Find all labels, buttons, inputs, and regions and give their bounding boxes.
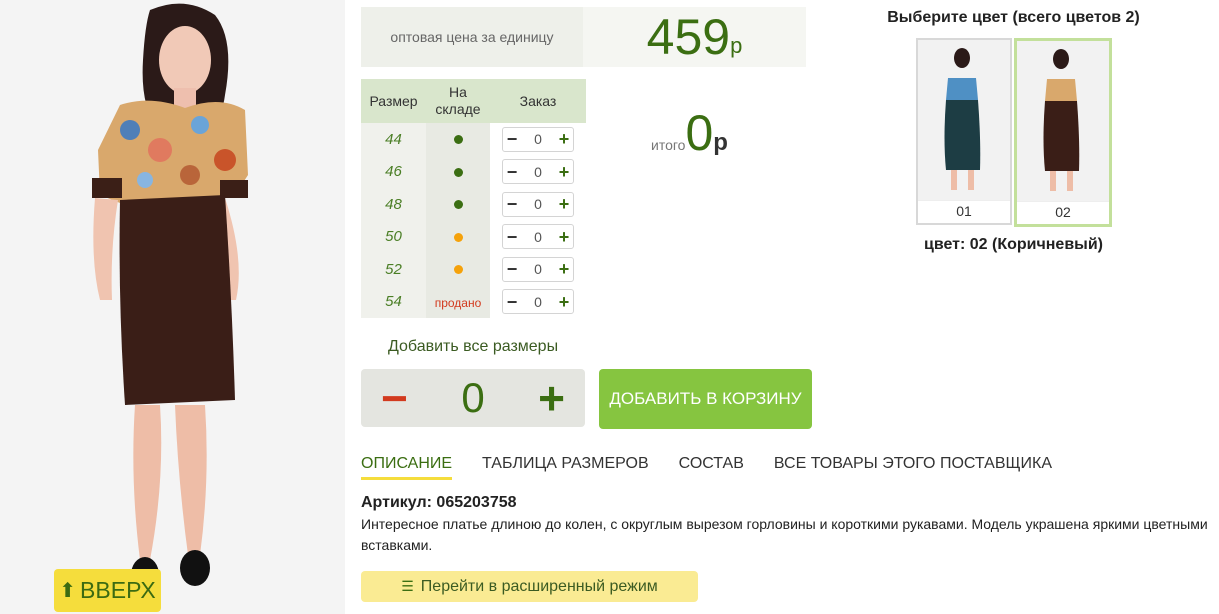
color-chooser-title: Выберите цвет (всего цветов 2) — [887, 9, 1140, 26]
order-cell: − 0 + — [490, 253, 586, 286]
table-row: 44 − 0 + — [361, 123, 586, 156]
quantity-value[interactable]: 0 — [534, 164, 542, 180]
color-swatch-image — [1017, 41, 1109, 201]
decrease-button[interactable]: − — [503, 195, 521, 213]
order-cell: − 0 + — [490, 285, 586, 318]
add-all-sizes-link[interactable]: Добавить все размеры — [388, 338, 558, 356]
arrow-up-icon: ⬆ — [59, 580, 77, 602]
color-swatch-label: 02 — [1017, 201, 1109, 222]
stock-cell — [426, 123, 490, 156]
color-swatch-01[interactable]: 01 — [916, 38, 1012, 225]
price-value: 459 р — [583, 7, 806, 67]
stock-indicator-icon — [453, 135, 463, 145]
scroll-up-label: ВВЕРХ — [80, 577, 156, 603]
table-row: 46 − 0 + — [361, 155, 586, 188]
quantity-stepper: − 0 + — [502, 126, 574, 152]
decrease-button[interactable]: − — [503, 228, 521, 246]
table-row: 50 − 0 + — [361, 220, 586, 253]
increase-button[interactable]: + — [555, 228, 573, 246]
sold-out-text: продано — [434, 295, 482, 310]
stock-indicator-icon — [453, 265, 463, 275]
decrease-button[interactable]: − — [503, 260, 521, 278]
selected-color-text: цвет: 02 (Коричневый) — [924, 236, 1103, 253]
quantity-stepper: − 0 + — [502, 224, 574, 250]
quantity-value[interactable]: 0 — [534, 229, 542, 245]
total-currency: р — [713, 129, 728, 156]
quantity-stepper: − 0 + — [502, 159, 574, 185]
quantity-stepper: − 0 + — [502, 191, 574, 217]
add-to-cart-button[interactable]: ДОБАВИТЬ В КОРЗИНУ — [599, 369, 812, 429]
quantity-value[interactable]: 0 — [534, 196, 542, 212]
tab-supplier-products[interactable]: ВСЕ ТОВАРЫ ЭТОГО ПОСТАВЩИКА — [774, 455, 1052, 480]
increase-button[interactable]: + — [555, 130, 573, 148]
advanced-mode-button[interactable]: ☰ Перейти в расширенный режим — [361, 571, 698, 602]
increase-all-button[interactable]: + — [538, 375, 565, 421]
color-swatch-02[interactable]: 02 — [1014, 38, 1112, 227]
stock-cell — [426, 220, 490, 253]
increase-button[interactable]: + — [555, 293, 573, 311]
size-cell: 52 — [361, 253, 426, 286]
product-description: Интересное платье длиною до колен, с окр… — [361, 516, 1208, 553]
advanced-mode-label: Перейти в расширенный режим — [420, 577, 658, 595]
quantity-value[interactable]: 0 — [534, 294, 542, 310]
product-tabs: ОПИСАНИЕ ТАБЛИЦА РАЗМЕРОВ СОСТАВ ВСЕ ТОВ… — [361, 455, 1082, 480]
size-cell: 46 — [361, 155, 426, 188]
table-row: 52 − 0 + — [361, 253, 586, 286]
tab-description[interactable]: ОПИСАНИЕ — [361, 455, 453, 480]
size-cell: 44 — [361, 123, 426, 156]
stock-indicator-icon — [453, 200, 463, 210]
order-cell: − 0 + — [490, 220, 586, 253]
stock-indicator-icon — [453, 167, 463, 177]
tab-composition[interactable]: СОСТАВ — [679, 455, 744, 480]
quantity-value[interactable]: 0 — [534, 261, 542, 277]
model-illustration — [92, 3, 248, 593]
tab-size-chart[interactable]: ТАБЛИЦА РАЗМЕРОВ — [482, 455, 649, 480]
order-cell: − 0 + — [490, 123, 586, 156]
article-number: Артикул: 065203758 — [361, 494, 517, 511]
sizes-table: Размер На складе Заказ 44 − 0 + 46 − 0 + … — [361, 79, 586, 318]
order-header: Заказ — [490, 79, 586, 123]
quantity-stepper: − 0 + — [502, 256, 574, 282]
stock-indicator-icon — [453, 232, 463, 242]
quantity-value[interactable]: 0 — [534, 131, 542, 147]
size-cell: 54 — [361, 285, 426, 318]
size-cell: 48 — [361, 188, 426, 221]
increase-button[interactable]: + — [555, 195, 573, 213]
all-quantity-value[interactable]: 0 — [461, 374, 484, 422]
order-cell: − 0 + — [490, 188, 586, 221]
total-value: 0 — [685, 105, 714, 161]
size-header: Размер — [361, 79, 426, 123]
decrease-button[interactable]: − — [503, 163, 521, 181]
decrease-button[interactable]: − — [503, 293, 521, 311]
price-currency: р — [730, 33, 743, 58]
table-row: 54 продано − 0 + — [361, 285, 586, 318]
total-label: итого — [651, 137, 686, 153]
order-cell: − 0 + — [490, 155, 586, 188]
scroll-up-button[interactable]: ⬆ ВВЕРХ — [54, 569, 161, 612]
stock-cell — [426, 155, 490, 188]
increase-button[interactable]: + — [555, 163, 573, 181]
price-number: 459 — [646, 9, 731, 65]
decrease-all-button[interactable]: − — [381, 375, 408, 421]
decrease-button[interactable]: − — [503, 130, 521, 148]
table-row: 48 − 0 + — [361, 188, 586, 221]
price-label: оптовая цена за единицу — [361, 7, 583, 67]
stock-cell: продано — [426, 285, 490, 318]
list-icon: ☰ — [401, 578, 414, 594]
size-cell: 50 — [361, 220, 426, 253]
color-swatch-label: 01 — [918, 200, 1010, 221]
color-swatch-image — [918, 40, 1010, 200]
quantity-stepper: − 0 + — [502, 289, 574, 315]
product-photo: ⬆ ВВЕРХ — [0, 0, 345, 614]
stock-cell — [426, 253, 490, 286]
add-all-quantity-stepper: − 0 + — [361, 369, 585, 427]
stock-header: На складе — [426, 79, 490, 123]
stock-cell — [426, 188, 490, 221]
increase-button[interactable]: + — [555, 260, 573, 278]
order-total: итого 0 р — [651, 108, 728, 158]
